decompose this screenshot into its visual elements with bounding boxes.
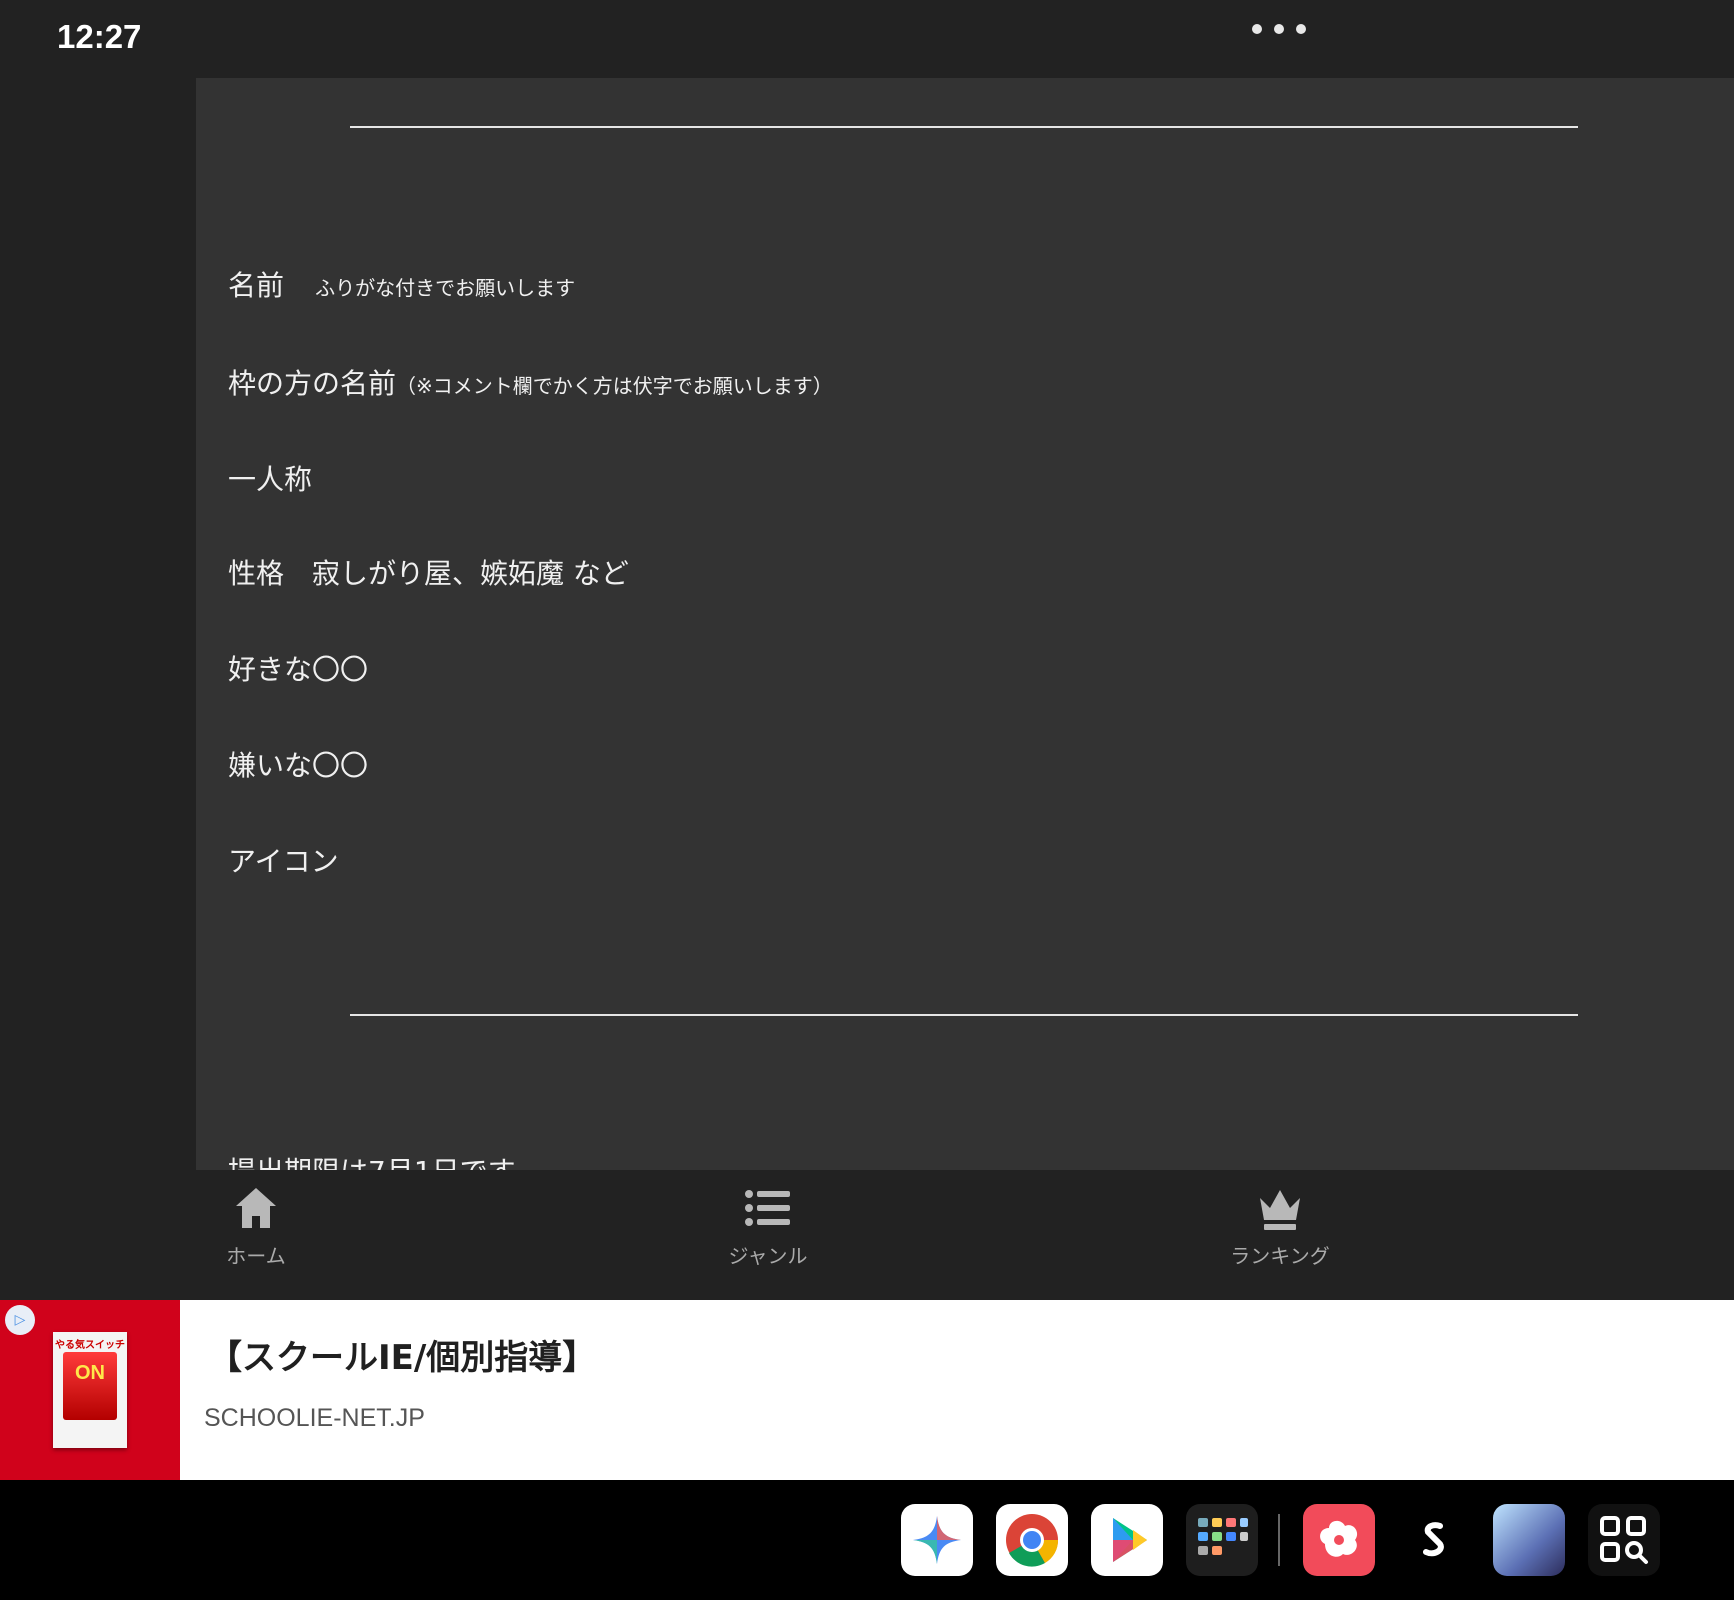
s-app-icon[interactable] xyxy=(1398,1504,1470,1576)
candy-app-icon[interactable] xyxy=(1303,1504,1375,1576)
anime-app-icon[interactable] xyxy=(1493,1504,1565,1576)
divider-top xyxy=(350,126,1578,128)
ad-title[interactable]: 【スクールIE/個別指導】 xyxy=(208,1330,596,1379)
crown-icon xyxy=(1260,1190,1300,1230)
gemini-icon[interactable] xyxy=(901,1504,973,1576)
bottom-navigation: ホーム ジャンル ランキング xyxy=(0,1170,1734,1300)
article-content[interactable]: 名前 ふりがな付きでお願いします 枠の方の名前（※コメント欄でかく方は伏字でお願… xyxy=(196,78,1734,1170)
nav-ranking[interactable]: ランキング xyxy=(1190,1184,1370,1269)
field-icon: アイコン xyxy=(228,845,339,878)
field-name: 名前 ふりがな付きでお願いします xyxy=(228,269,576,302)
window-options-icon[interactable] xyxy=(1252,24,1312,36)
nav-home[interactable]: ホーム xyxy=(166,1184,346,1269)
home-icon xyxy=(236,1188,276,1228)
app-drawer-icon[interactable] xyxy=(1186,1504,1258,1576)
taskbar xyxy=(0,1480,1734,1600)
nav-genre[interactable]: ジャンル xyxy=(678,1184,858,1269)
play-store-icon[interactable] xyxy=(1091,1504,1163,1576)
field-personality: 性格 寂しがり屋、嫉妬魔 など xyxy=(228,557,629,590)
field-dislikes: 嫌いな〇〇 xyxy=(228,749,369,782)
field-first-person: 一人称 xyxy=(228,463,313,496)
dock-separator xyxy=(1278,1514,1280,1566)
field-likes: 好きな〇〇 xyxy=(228,653,369,686)
ad-choices-icon[interactable]: ▷ xyxy=(5,1305,35,1335)
ad-thumbnail[interactable]: ▷ やる気スイッチ ON xyxy=(0,1300,180,1480)
deadline-text: 提出期限は7月1日です xyxy=(228,1150,516,1170)
ad-product-image: やる気スイッチ ON xyxy=(53,1332,127,1448)
clock: 12:27 xyxy=(57,18,142,55)
list-icon xyxy=(745,1190,790,1226)
ad-banner[interactable]: ▷ やる気スイッチ ON 【スクールIE/個別指導】 SCHOOLIE-NET.… xyxy=(0,1300,1734,1480)
chrome-icon[interactable] xyxy=(996,1504,1068,1576)
side-gutter xyxy=(0,78,196,1170)
field-frame-name: 枠の方の名前（※コメント欄でかく方は伏字でお願いします） xyxy=(228,367,833,400)
divider-bottom xyxy=(350,1014,1578,1016)
status-bar: 12:27 xyxy=(0,0,1734,78)
ad-url[interactable]: SCHOOLIE-NET.JP xyxy=(204,1404,425,1433)
multi-window-icon[interactable] xyxy=(1588,1504,1660,1576)
